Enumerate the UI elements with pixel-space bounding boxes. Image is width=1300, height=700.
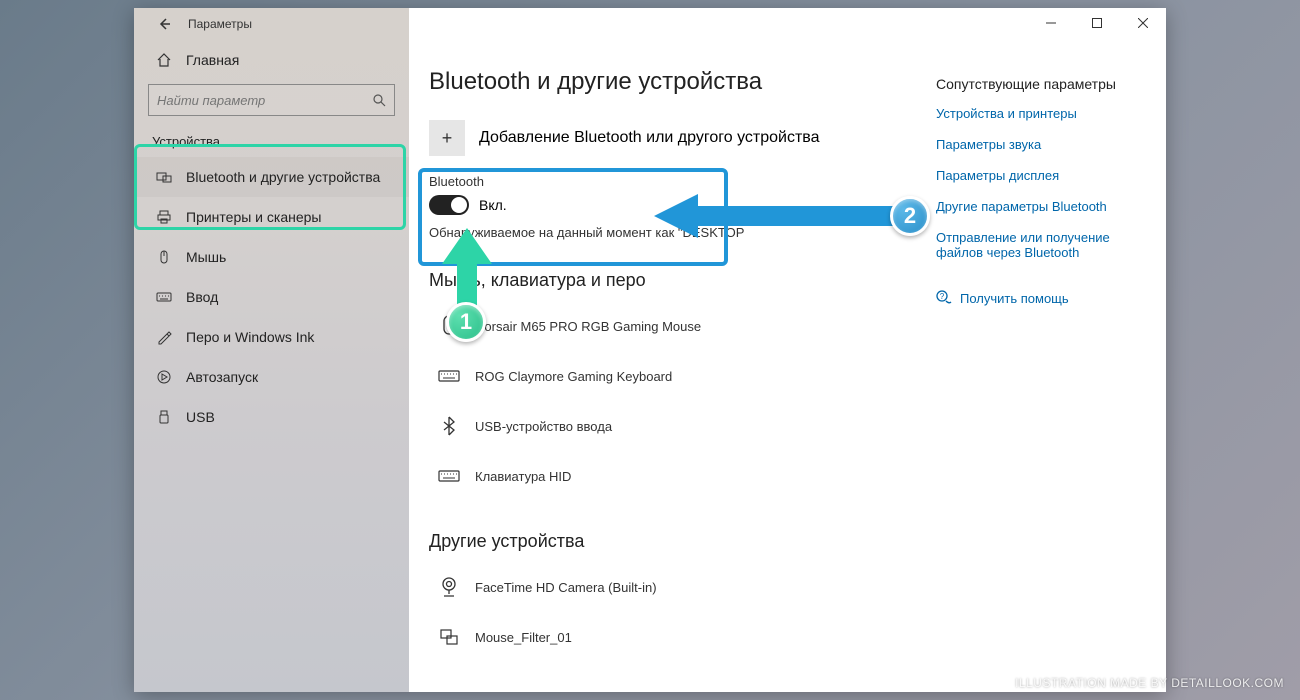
autoplay-icon xyxy=(152,369,176,385)
related-link[interactable]: Отправление или получение файлов через B… xyxy=(936,230,1146,260)
sidebar-item-label: Перо и Windows Ink xyxy=(186,329,314,345)
window-title: Параметры xyxy=(188,17,252,31)
device-name: ROG Claymore Gaming Keyboard xyxy=(475,369,672,384)
get-help-label: Получить помощь xyxy=(960,291,1069,306)
keyboard-device-icon xyxy=(429,368,469,384)
main-area: Bluetooth и другие устройства + Добавлен… xyxy=(409,8,1166,692)
get-help-link[interactable]: ? Получить помощь xyxy=(936,290,1146,306)
window-controls xyxy=(1028,8,1166,38)
sidebar-section-title: Устройства xyxy=(134,126,409,157)
device-name: Corsair M65 PRO RGB Gaming Mouse xyxy=(475,319,701,334)
back-button[interactable] xyxy=(152,12,176,36)
add-device-label: Добавление Bluetooth или другого устройс… xyxy=(479,129,820,147)
sidebar-item-label: Автозапуск xyxy=(186,369,258,385)
device-row[interactable]: Клавиатура HID xyxy=(429,451,916,501)
sidebar: Параметры Главная Устройства Bluetooth и… xyxy=(134,8,409,692)
annotation-badge-1: 1 xyxy=(446,302,486,342)
annotation-badge-2: 2 xyxy=(890,196,930,236)
section-other-devices: Другие устройства xyxy=(429,531,916,552)
maximize-button[interactable] xyxy=(1074,8,1120,38)
device-row[interactable]: Mouse_Filter_01 xyxy=(429,612,916,662)
related-link[interactable]: Устройства и принтеры xyxy=(936,106,1146,121)
search-icon xyxy=(372,93,386,107)
devices-icon xyxy=(152,169,176,185)
device-row[interactable]: ROG Claymore Gaming Keyboard xyxy=(429,351,916,401)
device-name: Mouse_Filter_01 xyxy=(475,630,572,645)
bluetooth-toggle[interactable] xyxy=(429,195,469,215)
device-name: USB-устройство ввода xyxy=(475,419,612,434)
watermark: ILLUSTRATION MADE BY DETAILLOOK.COM xyxy=(1015,676,1284,690)
related-link[interactable]: Параметры дисплея xyxy=(936,168,1146,183)
sidebar-item-label: USB xyxy=(186,409,215,425)
settings-window: Параметры Главная Устройства Bluetooth и… xyxy=(134,8,1166,692)
related-title: Сопутствующие параметры xyxy=(936,76,1146,92)
sidebar-item-label: Ввод xyxy=(186,289,218,305)
generic-device-icon xyxy=(429,628,469,646)
related-settings-pane: Сопутствующие параметры Устройства и при… xyxy=(926,8,1166,692)
sidebar-item-autoplay[interactable]: Автозапуск xyxy=(134,357,409,397)
keyboard-icon xyxy=(152,289,176,305)
pen-icon xyxy=(152,329,176,345)
bluetooth-label: Bluetooth xyxy=(429,174,916,189)
titlebar: Параметры xyxy=(134,8,409,40)
minimize-button[interactable] xyxy=(1028,8,1074,38)
help-icon: ? xyxy=(936,290,952,306)
sidebar-item-typing[interactable]: Ввод xyxy=(134,277,409,317)
bluetooth-section: Bluetooth Вкл. Обнаруживаемое на данный … xyxy=(429,174,916,240)
search-input[interactable] xyxy=(157,93,372,108)
plus-icon: + xyxy=(429,120,465,156)
discoverable-text: Обнаруживаемое на данный момент как "DES… xyxy=(429,225,916,240)
sidebar-item-pen[interactable]: Перо и Windows Ink xyxy=(134,317,409,357)
sidebar-item-mouse[interactable]: Мышь xyxy=(134,237,409,277)
device-row[interactable]: FaceTime HD Camera (Built-in) xyxy=(429,562,916,612)
page-title: Bluetooth и другие устройства xyxy=(429,68,916,96)
add-device-row[interactable]: + Добавление Bluetooth или другого устро… xyxy=(429,114,916,162)
home-label: Главная xyxy=(186,52,239,68)
section-mouse-keyboard: Мышь, клавиатура и перо xyxy=(429,270,916,291)
sidebar-item-usb[interactable]: USB xyxy=(134,397,409,437)
bluetooth-device-icon xyxy=(429,416,469,436)
sidebar-item-printers[interactable]: Принтеры и сканеры xyxy=(134,197,409,237)
sidebar-item-label: Принтеры и сканеры xyxy=(186,209,321,225)
bluetooth-toggle-state: Вкл. xyxy=(479,197,507,213)
keyboard-device-icon xyxy=(429,468,469,484)
device-name: Клавиатура HID xyxy=(475,469,571,484)
camera-device-icon xyxy=(429,576,469,598)
sidebar-item-label: Bluetooth и другие устройства xyxy=(186,169,380,185)
home-nav[interactable]: Главная xyxy=(134,40,409,80)
sidebar-item-label: Мышь xyxy=(186,249,226,265)
sidebar-item-bluetooth[interactable]: Bluetooth и другие устройства xyxy=(134,157,409,197)
usb-icon xyxy=(152,409,176,425)
home-icon xyxy=(152,52,176,68)
device-row[interactable]: Corsair M65 PRO RGB Gaming Mouse xyxy=(429,301,916,351)
device-name: FaceTime HD Camera (Built-in) xyxy=(475,580,657,595)
related-link[interactable]: Другие параметры Bluetooth xyxy=(936,199,1146,214)
mouse-icon xyxy=(152,249,176,265)
content: Bluetooth и другие устройства + Добавлен… xyxy=(409,8,926,692)
related-link[interactable]: Параметры звука xyxy=(936,137,1146,152)
svg-text:?: ? xyxy=(940,292,945,301)
close-button[interactable] xyxy=(1120,8,1166,38)
device-row[interactable]: USB-устройство ввода xyxy=(429,401,916,451)
printer-icon xyxy=(152,209,176,225)
search-box[interactable] xyxy=(148,84,395,116)
